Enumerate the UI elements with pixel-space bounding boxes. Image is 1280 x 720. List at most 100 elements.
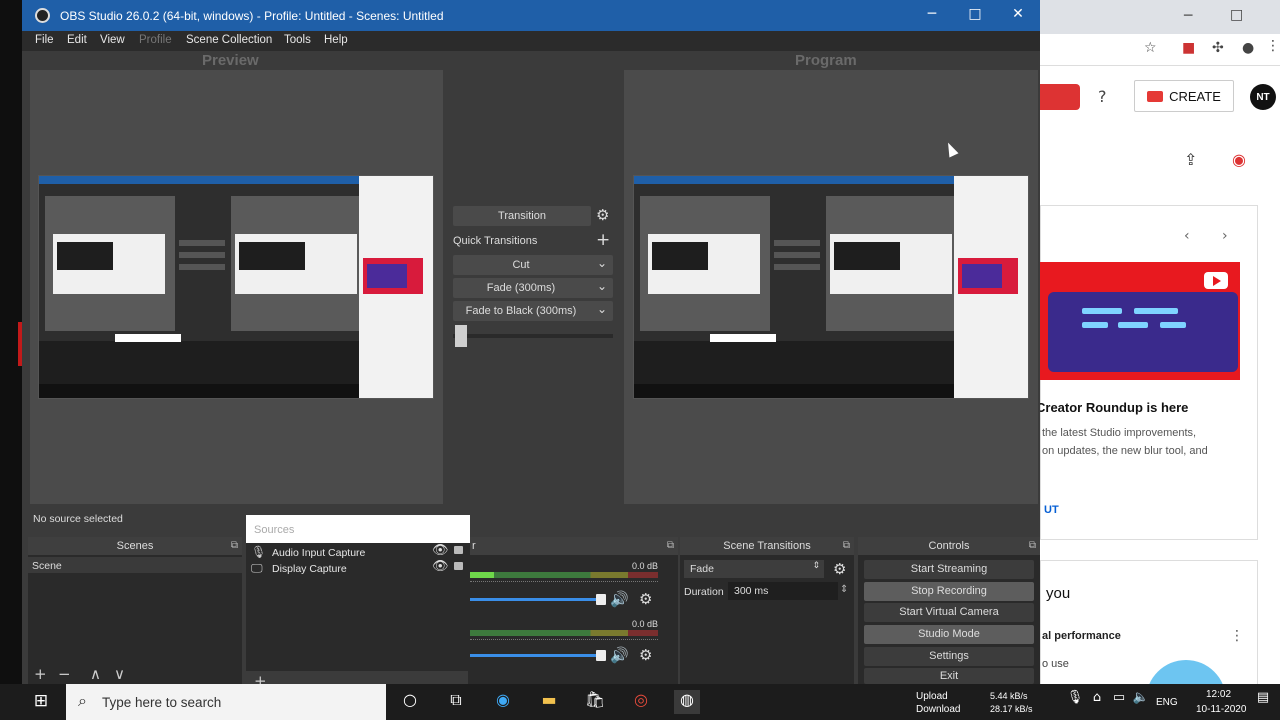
channel-1-meter [470,572,658,578]
create-button[interactable]: CREATE [1134,80,1234,112]
menu-edit[interactable]: Edit [67,34,87,46]
menu-tools[interactable]: Tools [284,34,311,46]
taskbar-search[interactable]: ⌕ Type here to search [66,684,386,720]
card-link[interactable]: UT [1044,504,1059,516]
close-icon[interactable]: ✕ [1008,6,1028,22]
maximize-icon[interactable]: □ [965,6,985,22]
upload-icon[interactable]: ⇪ [1184,150,1197,169]
channel-1-volume-slider[interactable] [470,594,606,605]
quick-transition-fade-black[interactable]: Fade to Black (300ms) ⌄ [453,301,613,321]
undock-icon[interactable]: ⧉ [667,537,674,555]
card2-menu-icon[interactable]: ⋮ [1230,628,1244,644]
menu-file[interactable]: File [35,34,54,46]
search-icon: ⌕ [78,691,87,710]
kebab-menu-icon[interactable]: ⋮ [1266,38,1280,54]
chevron-down-icon[interactable]: ⌄ [597,302,607,316]
obs-logo-icon [35,8,50,23]
chrome-icon[interactable]: ◎ [628,690,654,714]
controls-header: Controls ⧉ [858,537,1040,555]
menu-scene-collection[interactable]: Scene Collection [186,34,272,46]
task-view-icon[interactable]: ⧉ [443,690,469,714]
language-indicator[interactable]: ENG [1156,697,1178,708]
clock-time[interactable]: 12:02 [1206,689,1231,700]
youtube-logo-icon [1204,272,1228,289]
source-item[interactable]: 🖵 Display Capture 👁 [246,559,470,577]
window-title: OBS Studio 26.0.2 (64-bit, windows) - Pr… [60,9,444,23]
clock-date[interactable]: 10-11-2020 [1196,704,1246,715]
menu-view[interactable]: View [100,34,125,46]
slider-handle[interactable] [596,594,606,605]
remove-scene-icon[interactable]: − [58,665,71,683]
file-explorer-icon[interactable]: ▬ [536,690,562,714]
undock-icon[interactable]: ⧉ [231,537,238,555]
channel-1-speaker-icon[interactable]: 🔊 [610,590,629,608]
obs-taskbar-icon[interactable]: ◍ [674,690,700,714]
obs-titlebar: OBS Studio 26.0.2 (64-bit, windows) - Pr… [22,0,1040,31]
transition-type-select[interactable]: Fade ⇕ [684,560,824,578]
scene-transitions-dock: Scene Transitions ⧉ Fade ⇕ ⚙ Duration 300 … [680,537,854,684]
minimize-icon[interactable]: ─ [1184,8,1192,24]
chevron-left-icon[interactable]: ‹ [1184,228,1190,244]
duration-spin-icon[interactable]: ⇕ [840,584,848,595]
chevron-down-icon[interactable]: ⌄ [597,279,607,293]
studio-mode-button[interactable]: Studio Mode [864,625,1034,644]
quick-transition-fade[interactable]: Fade (300ms) ⌄ [453,278,613,298]
card-line-2: on updates, the new blur tool, and [1042,445,1208,457]
volume-icon[interactable]: 🔈 [1128,690,1154,714]
lock-icon[interactable] [454,562,463,570]
program-thumbnail [633,175,1029,399]
settings-button[interactable]: Settings [864,647,1034,666]
star-icon[interactable]: ☆ [1144,40,1157,56]
visibility-eye-icon[interactable]: 👁 [432,559,449,574]
start-streaming-button[interactable]: Start Streaming [864,560,1034,579]
spin-icon: ⇕ [812,561,820,571]
chevron-down-icon[interactable]: ⌄ [597,256,607,270]
extension-red-icon[interactable]: ■ [1182,40,1195,56]
upload-label: Upload [916,691,948,702]
scene-item[interactable]: Scene [28,557,242,573]
menu-help[interactable]: Help [324,34,348,46]
add-quick-transition-icon[interactable]: + [596,230,610,250]
undock-icon[interactable]: ⧉ [1029,537,1036,555]
store-icon[interactable]: 🛍 [582,690,608,714]
transition-settings-gear-icon[interactable]: ⚙ [596,206,609,224]
live-icon[interactable]: ◉ [1232,150,1246,169]
exit-button[interactable]: Exit [864,668,1034,684]
transition-props-gear-icon[interactable]: ⚙ [833,560,846,578]
add-scene-icon[interactable]: + [34,665,47,683]
notifications-icon[interactable]: ▤ [1250,690,1276,714]
cortana-icon[interactable]: ○ [397,690,423,714]
channel-2-volume-slider[interactable] [470,650,606,661]
lock-icon[interactable] [454,546,463,554]
video-camera-icon [1147,90,1164,102]
sources-header[interactable]: Sources [246,515,470,543]
channel-2-gear-icon[interactable]: ⚙ [639,646,652,664]
undock-icon[interactable]: ⧉ [843,537,850,555]
t-bar-handle[interactable] [455,325,467,347]
visibility-eye-icon[interactable]: 👁 [432,543,449,558]
t-bar-track[interactable] [453,334,613,338]
puzzle-icon[interactable]: ✣ [1212,40,1224,56]
transition-button[interactable]: Transition [453,206,591,226]
profile-icon[interactable]: ● [1242,40,1254,56]
go-live-icon[interactable] [1040,84,1080,110]
channel-1-gear-icon[interactable]: ⚙ [639,590,652,608]
quick-transition-cut[interactable]: Cut ⌄ [453,255,613,275]
move-down-icon[interactable]: ∨ [114,665,125,683]
duration-input[interactable]: 300 ms [728,582,838,600]
minimize-icon[interactable]: ─ [922,6,942,22]
maximize-icon[interactable]: □ [1230,7,1243,23]
move-up-icon[interactable]: ∧ [90,665,101,683]
avatar[interactable]: NT [1250,84,1276,110]
edge-icon[interactable]: ◉ [490,690,516,714]
channel-2-speaker-icon[interactable]: 🔊 [610,646,629,664]
stop-recording-button[interactable]: Stop Recording [864,582,1034,601]
help-icon[interactable]: ? [1098,87,1107,106]
windows-start-icon[interactable]: ⊞ [28,691,54,715]
start-virtual-camera-button[interactable]: Start Virtual Camera [864,603,1034,622]
slider-handle[interactable] [596,650,606,661]
source-label: Audio Input Capture [272,547,366,559]
chevron-right-icon[interactable]: › [1222,228,1228,244]
menu-profile[interactable]: Profile [139,34,172,46]
mixer-header: r ⧉ [468,537,678,555]
